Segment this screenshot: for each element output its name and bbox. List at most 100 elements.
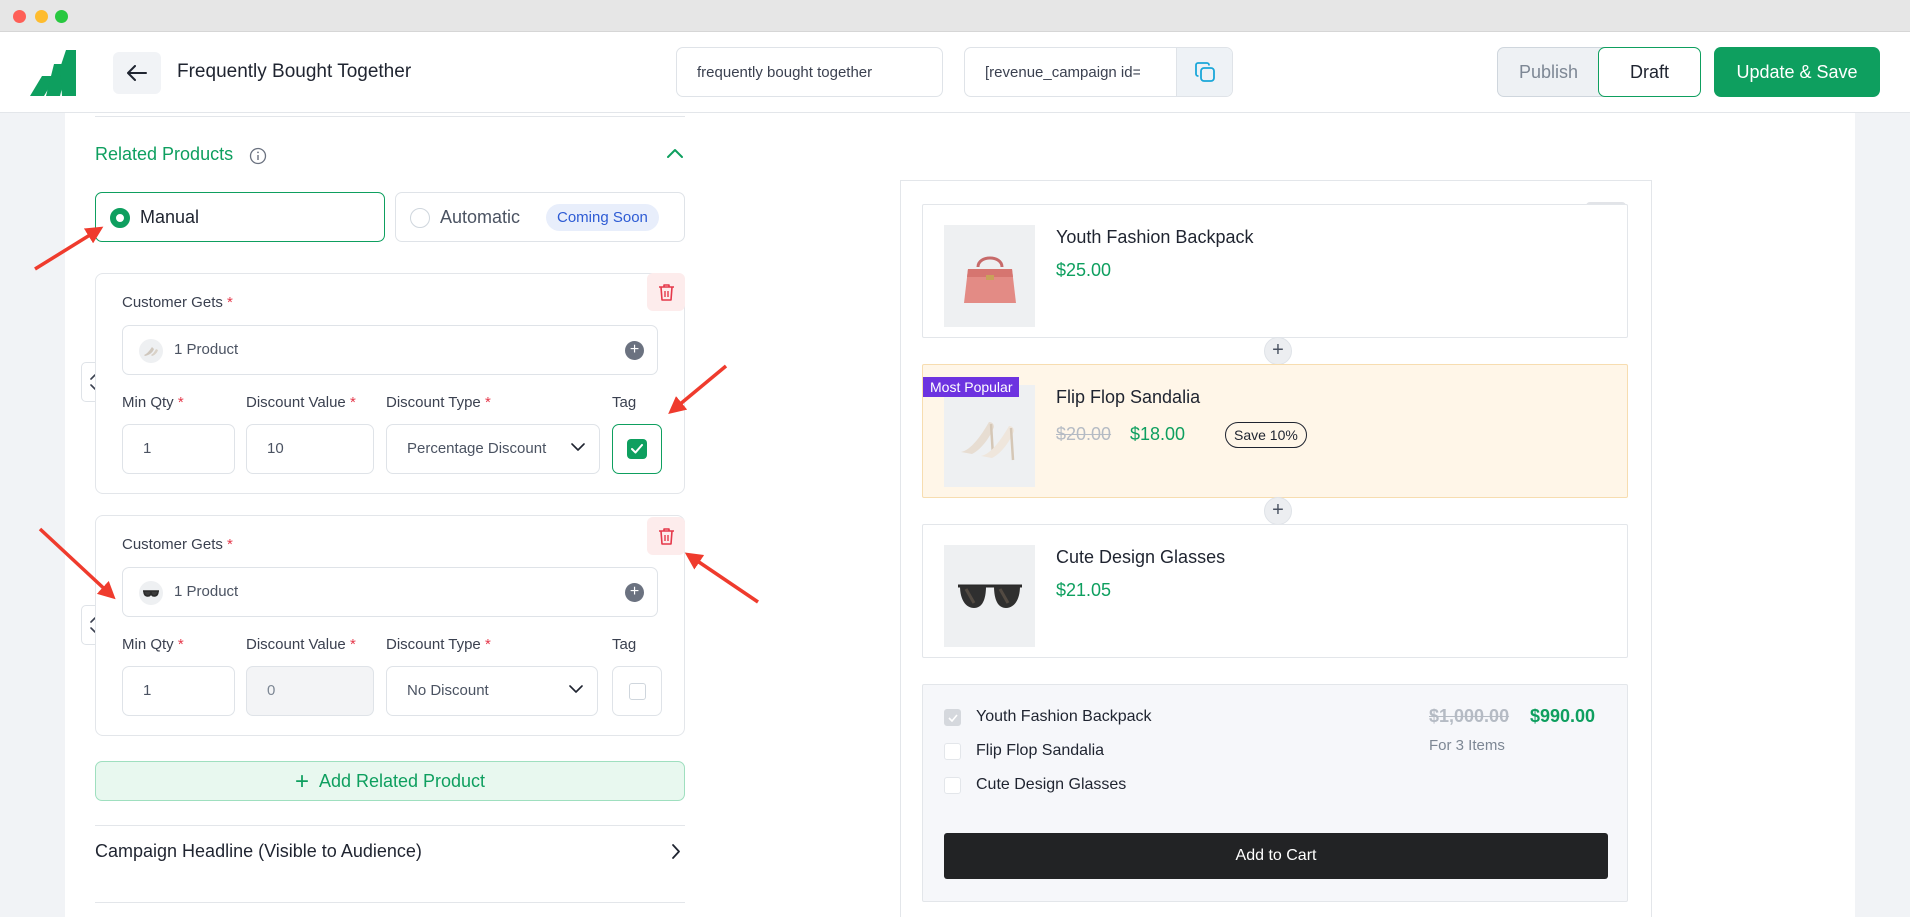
chevron-up-icon[interactable]	[666, 147, 684, 159]
chevron-down-icon	[569, 685, 583, 693]
tag-label: Tag	[612, 394, 637, 411]
chevron-right-icon	[672, 844, 680, 859]
mode-automatic-option[interactable]: Automatic Coming Soon	[395, 192, 685, 242]
discount-type-value: No Discount	[407, 682, 489, 699]
most-popular-badge: Most Popular	[923, 377, 1020, 397]
handbag-image	[944, 225, 1035, 327]
discount-value-label: Discount Value *	[246, 636, 356, 653]
related-products-title: Related Products	[95, 144, 234, 164]
tag-label: Tag	[612, 636, 637, 653]
discount-type-label: Discount Type *	[386, 636, 491, 653]
trash-icon	[658, 283, 674, 301]
related-product-row: Customer Gets * 1 Product + Min Qty * Di…	[95, 515, 685, 736]
divider	[95, 902, 685, 903]
brand-logo-icon[interactable]	[30, 50, 80, 96]
check-icon	[627, 439, 647, 459]
delete-row-button[interactable]	[647, 517, 685, 555]
plus-icon: +	[294, 768, 309, 795]
window-zoom-dot[interactable]	[55, 10, 68, 23]
coming-soon-badge: Coming Soon	[546, 204, 659, 231]
glasses-product-thumbnail	[139, 581, 163, 605]
total-new-price: $990.00	[1530, 706, 1596, 726]
product-name: Flip Flop Sandalia	[1056, 387, 1201, 407]
product-name: Cute Design Glasses	[1056, 547, 1226, 567]
customer-gets-product-select[interactable]: 1 Product +	[122, 567, 658, 617]
product-price: $25.00	[1056, 260, 1112, 280]
product-count-text: 1 Product	[174, 583, 239, 600]
campaign-name-input[interactable]	[676, 47, 943, 97]
unchecked-box-icon	[944, 743, 961, 760]
sandal-product-thumbnail	[139, 339, 163, 363]
related-product-row: Customer Gets * 1 Product + Min Qty * Di…	[95, 273, 685, 494]
page-title: Frequently Bought Together	[177, 61, 412, 82]
info-icon[interactable]	[249, 147, 267, 165]
discount-value-label: Discount Value *	[246, 394, 356, 411]
customer-gets-product-select[interactable]: 1 Product +	[122, 325, 658, 375]
unchecked-box-icon	[944, 777, 961, 794]
preview-panel: Youth Fashion Backpack $25.00 + Most Pop…	[725, 113, 1855, 917]
product-count-text: 1 Product	[174, 341, 239, 358]
min-qty-label: Min Qty *	[122, 636, 184, 653]
preview-product-card[interactable]: Youth Fashion Backpack $25.00	[922, 204, 1628, 338]
window-minimize-dot[interactable]	[35, 10, 48, 23]
campaign-headline-label: Campaign Headline (Visible to Audience)	[95, 841, 422, 861]
discount-type-value: Percentage Discount	[407, 440, 547, 457]
product-old-price: $20.00	[1056, 424, 1112, 444]
draft-toggle-button[interactable]: Draft	[1598, 47, 1701, 97]
settings-panel: Related Products Manual Automatic Coming…	[65, 113, 725, 917]
mode-manual-option[interactable]: Manual	[95, 192, 385, 242]
window-close-dot[interactable]	[13, 10, 26, 23]
discount-type-select[interactable]: No Discount	[386, 666, 598, 716]
plus-separator-icon: +	[1264, 337, 1292, 365]
chevron-down-icon	[571, 443, 585, 451]
shortcode-field[interactable]: [revenue_campaign id='	[964, 47, 1233, 97]
arrow-left-icon	[127, 65, 147, 81]
add-product-icon[interactable]: +	[625, 341, 644, 360]
discount-type-label: Discount Type *	[386, 394, 491, 411]
product-price: $21.05	[1056, 580, 1112, 600]
product-name: Youth Fashion Backpack	[1056, 227, 1254, 247]
delete-row-button[interactable]	[647, 273, 685, 311]
items-count-text: For 3 Items	[1429, 737, 1505, 754]
mode-automatic-label: Automatic	[440, 207, 521, 227]
shortcode-text: [revenue_campaign id='	[985, 64, 1140, 81]
sunglasses-image	[944, 545, 1035, 647]
total-old-price: $1,000.00	[1429, 706, 1510, 726]
tag-checkbox[interactable]	[612, 666, 662, 716]
copy-shortcode-button[interactable]	[1176, 48, 1232, 96]
preview-product-card[interactable]: Cute Design Glasses $21.05	[922, 524, 1628, 658]
heels-image	[944, 385, 1035, 487]
plus-separator-icon: +	[1264, 497, 1292, 525]
discount-value-input[interactable]: 0	[246, 666, 374, 716]
min-qty-input[interactable]: 1	[122, 424, 235, 474]
discount-type-select[interactable]: Percentage Discount	[386, 424, 600, 474]
app-header: Frequently Bought Together [revenue_camp…	[0, 32, 1910, 113]
customer-gets-label: Customer Gets *	[122, 536, 233, 553]
add-to-cart-button[interactable]: Add to Cart	[944, 833, 1608, 879]
customer-gets-label: Customer Gets *	[122, 294, 233, 311]
back-button[interactable]	[113, 52, 161, 94]
campaign-preview: Youth Fashion Backpack $25.00 + Most Pop…	[900, 180, 1652, 917]
discount-value-input[interactable]: 10	[246, 424, 374, 474]
trash-icon	[658, 527, 674, 545]
min-qty-label: Min Qty *	[122, 394, 184, 411]
status-toggle: Publish Draft	[1497, 47, 1701, 97]
window-titlebar	[0, 0, 1910, 32]
product-price: $18.00	[1130, 424, 1186, 444]
copy-icon	[1194, 62, 1215, 82]
update-save-button[interactable]: Update & Save	[1714, 47, 1880, 97]
campaign-headline-section[interactable]: Campaign Headline (Visible to Audience)	[95, 826, 685, 876]
divider	[95, 116, 685, 117]
bundle-summary: Youth Fashion Backpack Flip Flop Sandali…	[922, 684, 1628, 902]
add-product-icon[interactable]: +	[625, 583, 644, 602]
tag-checkbox[interactable]	[612, 424, 662, 474]
radio-unselected-icon	[410, 208, 430, 228]
add-related-product-button[interactable]: + Add Related Product	[95, 761, 685, 801]
save-percent-tag: Save 10%	[1225, 422, 1307, 448]
publish-toggle-button[interactable]: Publish	[1498, 48, 1599, 96]
mode-manual-label: Manual	[140, 207, 200, 227]
radio-selected-icon	[110, 208, 130, 228]
preview-product-card[interactable]: Most Popular Flip Flop Sandalia $20.00 $…	[922, 364, 1628, 498]
unchecked-box-icon	[629, 683, 646, 700]
min-qty-input[interactable]: 1	[122, 666, 235, 716]
